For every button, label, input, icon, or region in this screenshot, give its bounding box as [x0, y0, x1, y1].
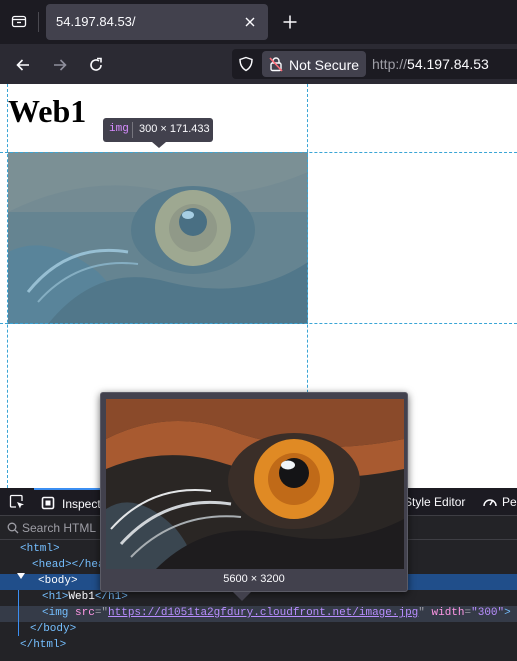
markup-h1-close: </h1> — [94, 591, 128, 603]
tab-performance[interactable]: Performance — [478, 488, 517, 516]
tab-close-button[interactable] — [240, 12, 260, 32]
plus-icon — [283, 15, 297, 29]
new-tab-button[interactable] — [278, 10, 302, 34]
url-protocol: http:// — [372, 56, 408, 72]
reload-button[interactable] — [83, 52, 109, 78]
tab-list-icon — [11, 15, 27, 28]
tab-strip: 54.197.84.53/ — [0, 0, 517, 44]
indent-guide — [18, 590, 19, 636]
not-secure-indicator[interactable]: Not Secure — [262, 51, 366, 77]
markup-node-img[interactable]: <img src="https://d1051ta2gfdury.cloudfr… — [0, 606, 517, 622]
insecure-lock-icon — [269, 57, 283, 72]
markup-node-body-close[interactable]: </body> — [0, 622, 517, 638]
element-infobar: img 300 × 171.433 — [103, 118, 213, 148]
url-text[interactable]: http://54.197.84.53 — [372, 56, 489, 72]
markup-img: <img src="https://d1051ta2gfdury.cloudfr… — [42, 607, 511, 619]
infobar-dimensions: 300 × 171.433 — [139, 123, 210, 135]
search-icon — [7, 522, 19, 534]
guide-line-bottom — [0, 323, 517, 324]
tab-active[interactable]: 54.197.84.53/ — [46, 4, 268, 40]
markup-body-close: </body> — [30, 623, 77, 635]
tab-title: 54.197.84.53/ — [56, 14, 136, 29]
back-arrow-icon — [16, 59, 29, 71]
markup-img-close: > — [504, 607, 511, 619]
infobar-tag: img — [109, 123, 129, 135]
forward-arrow-icon — [54, 59, 67, 71]
url-host: 54.197.84.53 — [407, 56, 489, 72]
tab-performance-label: Performance — [502, 495, 517, 509]
markup-node-h1[interactable]: <h1>Web1</h1> — [0, 590, 517, 606]
markup-h1-open: <h1> — [42, 591, 69, 603]
markup-body-open: <body> — [38, 575, 78, 587]
preview-arrow — [233, 592, 251, 601]
markup-html-close: </html> — [20, 639, 67, 651]
preview-dimensions: 5600 × 3200 — [223, 573, 285, 585]
owl-eye-preview-image — [106, 399, 404, 569]
tab-style-editor-label: Style Editor — [404, 495, 466, 509]
navigation-toolbar: Not Secure http://54.197.84.53 — [0, 44, 517, 84]
image-highlight-overlay — [8, 152, 308, 324]
page-heading: Web1 — [8, 93, 87, 129]
markup-img-src-link[interactable]: https://d1051ta2gfdury.cloudfront.net/im… — [108, 607, 418, 619]
tab-separator — [38, 12, 39, 32]
markup-img-open: <img — [42, 607, 76, 619]
markup-node-html-close[interactable]: </html> — [0, 638, 517, 654]
markup-img-width-attr: width — [431, 607, 465, 619]
reload-icon — [90, 57, 102, 71]
markup-h1-text: Web1 — [68, 591, 95, 603]
close-icon — [245, 17, 255, 27]
markup-html-open: <html> — [20, 543, 60, 555]
performance-gauge-icon — [483, 499, 497, 507]
infobar-divider — [132, 122, 133, 138]
guide-line-top — [0, 152, 517, 153]
back-button[interactable] — [10, 52, 36, 78]
forward-button[interactable] — [47, 52, 73, 78]
markup-h1: <h1>Web1</h1> — [42, 591, 128, 603]
collapse-twisty-icon[interactable] — [17, 573, 25, 591]
element-picker-button[interactable] — [6, 492, 28, 512]
element-picker-icon — [9, 494, 24, 509]
markup-img-width-value: "300" — [471, 607, 505, 619]
tracking-protection-shield-icon[interactable] — [238, 56, 254, 72]
guide-line-left — [7, 84, 8, 488]
infobar-arrow — [152, 142, 166, 148]
inspector-icon — [41, 496, 55, 510]
image-preview-tooltip: 5600 × 3200 — [100, 392, 408, 601]
preview-image — [106, 399, 404, 569]
url-bar[interactable]: Not Secure http://54.197.84.53 — [232, 49, 517, 79]
list-all-tabs-button[interactable] — [6, 8, 32, 34]
markup-img-src-attr: src — [75, 607, 95, 619]
not-secure-label: Not Secure — [289, 57, 360, 73]
tab-inspector[interactable]: Inspector — [34, 488, 111, 516]
